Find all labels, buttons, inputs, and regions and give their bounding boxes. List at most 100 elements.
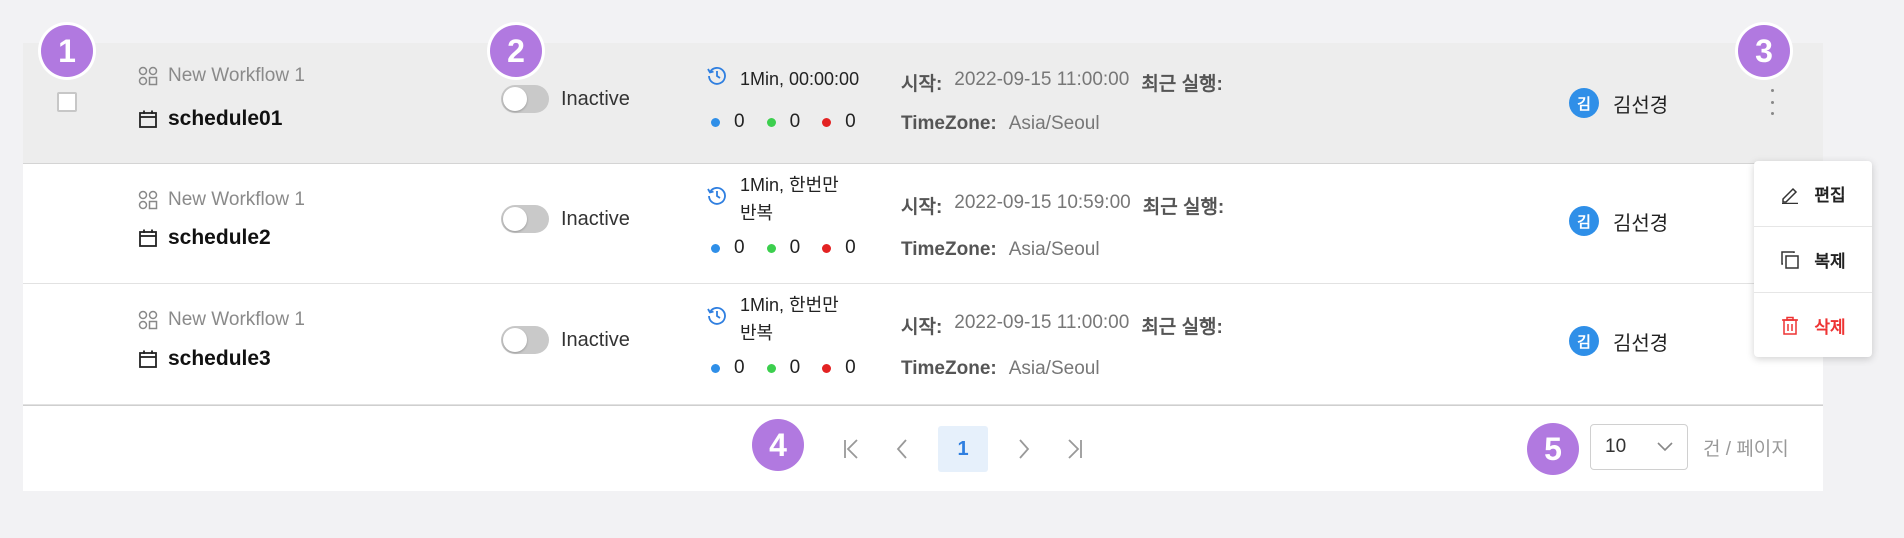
more-options-icon[interactable] <box>1762 89 1782 115</box>
timezone-value: Asia/Seoul <box>1008 358 1100 379</box>
schedule-name[interactable]: schedule3 <box>138 347 271 371</box>
status-toggle[interactable] <box>501 85 549 113</box>
workflow-icon <box>138 310 158 330</box>
delete-menu-item[interactable]: 삭제 <box>1754 293 1872 358</box>
last-run-label: 최근 실행: <box>1141 317 1223 338</box>
table-row[interactable]: New Workflow 1 schedule01 Inactive 1Min,… <box>23 43 1823 164</box>
avatar: 김 <box>1569 206 1599 236</box>
start-label: 시작: <box>901 74 943 95</box>
start-info: 시작: 2022-09-15 11:00:00 최근 실행: <box>901 312 1223 339</box>
first-page-icon[interactable] <box>838 435 866 463</box>
next-page-icon[interactable] <box>1010 435 1038 463</box>
chevron-down-icon <box>1657 442 1673 452</box>
last-page-icon[interactable] <box>1060 435 1088 463</box>
calendar-icon <box>139 110 157 128</box>
schedule-name[interactable]: schedule01 <box>138 107 282 131</box>
schedule-label: schedule01 <box>168 107 283 130</box>
page-size-suffix: 건 / 페이지 <box>1703 439 1789 460</box>
workflow-name: New Workflow 1 <box>138 189 305 211</box>
start-label: 시작: <box>901 197 943 218</box>
calendar-icon <box>139 350 157 368</box>
duplicate-menu-item[interactable]: 복제 <box>1754 227 1872 293</box>
workflow-name: New Workflow 1 <box>138 65 305 87</box>
copy-icon <box>1781 250 1800 269</box>
status-label: Inactive <box>561 328 630 351</box>
edit-label: 편집 <box>1814 186 1846 205</box>
owner: 김 김선경 <box>1569 88 1668 118</box>
workflow-label: New Workflow 1 <box>168 309 305 330</box>
green-dot-icon <box>766 243 776 253</box>
timezone-label: TimeZone: <box>901 113 997 134</box>
table-row[interactable]: New Workflow 1 schedule2 Inactive 1Min, … <box>23 163 1823 284</box>
count-blue: 0 <box>734 357 745 378</box>
count-red: 0 <box>845 237 856 258</box>
history-clock-icon <box>707 307 726 325</box>
row-context-menu: 편집 복제 삭제 <box>1754 161 1872 357</box>
count-blue: 0 <box>734 111 745 132</box>
schedule-name[interactable]: schedule2 <box>138 226 271 250</box>
annotation-badge-1: 1 <box>41 25 93 77</box>
start-value: 2022-09-15 11:00:00 <box>954 69 1130 90</box>
count-green: 0 <box>789 237 801 258</box>
history-clock-icon <box>707 67 726 85</box>
schedule-label: schedule3 <box>168 347 271 370</box>
green-dot-icon <box>766 363 776 373</box>
start-info: 시작: 2022-09-15 10:59:00 최근 실행: <box>901 192 1224 219</box>
status-toggle[interactable] <box>501 205 549 233</box>
pager: 1 <box>838 426 1088 472</box>
count-red: 0 <box>845 111 856 132</box>
delete-label: 삭제 <box>1814 318 1846 337</box>
last-run-label: 최근 실행: <box>1141 74 1223 95</box>
trash-icon <box>1782 316 1799 335</box>
status-toggle-group: Inactive <box>501 326 630 354</box>
timezone-label: TimeZone: <box>901 358 997 379</box>
annotation-badge-3: 3 <box>1738 25 1790 77</box>
page-size-select[interactable]: 10 <box>1590 424 1688 470</box>
table-row[interactable]: New Workflow 1 schedule3 Inactive 1Min, … <box>23 283 1823 405</box>
calendar-icon <box>139 229 157 247</box>
blue-dot-icon <box>711 243 720 253</box>
workflow-icon <box>138 66 158 86</box>
schedule-label: schedule2 <box>168 226 271 249</box>
interval-text: 1Min, 한번만 <box>740 295 839 315</box>
timezone-value: Asia/Seoul <box>1008 239 1100 260</box>
start-value: 2022-09-15 10:59:00 <box>954 192 1131 213</box>
owner-name: 김선경 <box>1613 212 1669 235</box>
page-1[interactable]: 1 <box>938 426 988 472</box>
red-dot-icon <box>822 117 832 127</box>
owner: 김 김선경 <box>1569 206 1668 236</box>
interval: 1Min, 00:00:00 <box>706 65 859 93</box>
blue-dot-icon <box>711 117 720 127</box>
status-toggle-group: Inactive <box>501 85 630 113</box>
avatar: 김 <box>1569 88 1599 118</box>
workflow-label: New Workflow 1 <box>168 189 305 210</box>
status-label: Inactive <box>561 87 630 110</box>
annotation-badge-4: 4 <box>752 419 804 471</box>
count-green: 0 <box>789 111 801 132</box>
status-toggle[interactable] <box>501 326 549 354</box>
run-counts: 0 0 0 <box>711 111 878 133</box>
owner-name: 김선경 <box>1613 94 1669 117</box>
annotation-badge-5: 5 <box>1527 423 1579 475</box>
last-run-label: 최근 실행: <box>1142 197 1225 218</box>
interval-text: 1Min, 00:00:00 <box>740 69 860 89</box>
interval-text-2: 반복 <box>740 323 774 343</box>
timezone-label: TimeZone: <box>901 239 997 260</box>
workflow-icon <box>138 190 158 210</box>
avatar: 김 <box>1569 326 1599 356</box>
start-info: 시작: 2022-09-15 11:00:00 최근 실행: <box>901 69 1223 96</box>
interval-text: 1Min, 한번만 <box>740 175 839 195</box>
count-blue: 0 <box>734 237 745 258</box>
row-checkbox[interactable] <box>57 92 77 112</box>
timezone-info: TimeZone: Asia/Seoul <box>901 113 1100 135</box>
annotation-badge-2: 2 <box>490 25 542 77</box>
start-label: 시작: <box>901 317 943 338</box>
edit-menu-item[interactable]: 편집 <box>1754 161 1872 227</box>
count-red: 0 <box>845 357 856 378</box>
interval: 1Min, 한번만 반복 <box>706 171 839 227</box>
prev-page-icon[interactable] <box>888 435 916 463</box>
workflow-name: New Workflow 1 <box>138 309 305 331</box>
blue-dot-icon <box>711 363 720 373</box>
red-dot-icon <box>822 363 832 373</box>
workflow-label: New Workflow 1 <box>168 65 305 86</box>
